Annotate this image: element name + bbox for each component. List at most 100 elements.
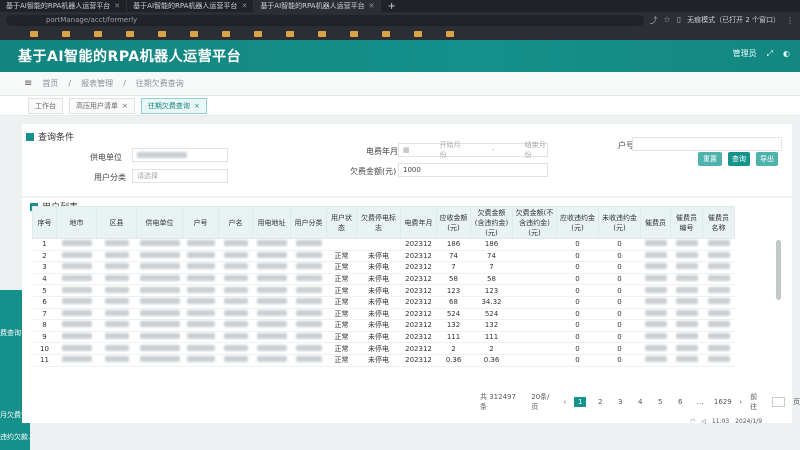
search-button[interactable]: 查询 — [728, 152, 750, 166]
table-row[interactable]: 2 正常 未停电 202312 74 74 0 0 — [32, 250, 735, 263]
reset-button[interactable]: 重置 — [698, 152, 722, 166]
redacted-value — [61, 251, 92, 258]
redacted-value — [644, 356, 667, 363]
col-header[interactable]: 用户状态 — [326, 206, 357, 239]
browser-tab[interactable]: 基于AI智能的RPA机器人运营平台 ✕ — [0, 0, 128, 12]
page-button[interactable]: 6 — [674, 397, 686, 407]
close-icon[interactable]: × — [194, 102, 200, 110]
col-header[interactable]: 欠费金额(不含违约金)(元) — [512, 206, 557, 239]
new-tab-icon[interactable]: + — [381, 1, 401, 12]
browser-tab[interactable]: 基于AI智能的RPA机器人运营平台 ✕ — [127, 0, 255, 12]
user-category-select[interactable]: 请选择 — [132, 169, 228, 183]
close-icon[interactable]: ✕ — [114, 2, 120, 10]
table-cell: 2 — [32, 250, 57, 263]
page-ellipsis[interactable]: ... — [694, 397, 706, 407]
col-header[interactable]: 催费员 — [640, 206, 671, 239]
prev-page-icon[interactable]: ‹ — [563, 398, 566, 406]
folder-icon[interactable] — [382, 31, 390, 37]
col-header[interactable]: 催费员编号 — [670, 206, 703, 239]
volume-icon[interactable]: ◁ — [701, 418, 706, 425]
start-month-placeholder: 开始月份 — [439, 141, 461, 159]
goto-input[interactable] — [771, 397, 785, 407]
table-row[interactable]: 10 正常 未停电 202312 2 2 0 0 — [32, 342, 735, 355]
nav-item[interactable]: 费查询 — [0, 328, 21, 338]
col-header[interactable]: 区县 — [96, 206, 137, 239]
page-button[interactable]: 1629 — [714, 397, 732, 407]
folder-icon[interactable] — [286, 31, 294, 37]
theme-icon[interactable]: ◐ — [783, 49, 790, 58]
col-header[interactable]: 用电地址 — [252, 206, 291, 239]
hamburger-icon[interactable]: ≡ — [24, 78, 32, 89]
browser-tab[interactable]: 基于AI智能的RPA机器人运营平台 ✕ — [254, 0, 382, 12]
redacted-value — [186, 344, 215, 351]
folder-icon[interactable] — [414, 31, 422, 37]
month-range-input[interactable]: ▦ 开始月份 - 结束月份 — [398, 141, 548, 159]
tab-arrears-query[interactable]: 往期欠费查询 × — [140, 97, 207, 114]
page-button[interactable]: 2 — [594, 397, 606, 407]
next-page-icon[interactable]: › — [739, 398, 742, 406]
col-header[interactable]: 欠费金额(含违约金)(元) — [470, 206, 513, 239]
folder-icon[interactable] — [126, 31, 134, 37]
fullscreen-icon[interactable]: ⤢ — [767, 49, 773, 59]
address-input[interactable]: portManage/acct/formerly — [6, 14, 644, 26]
folder-icon[interactable] — [318, 31, 326, 37]
folder-icon[interactable] — [30, 31, 38, 37]
table-row[interactable]: 11 正常 未停电 202312 0.36 0.36 0 0 — [32, 354, 735, 367]
col-header[interactable]: 应收违约金(元) — [556, 206, 599, 239]
folder-icon[interactable] — [350, 31, 358, 37]
col-header[interactable]: 应收金额(元) — [436, 206, 471, 239]
range-dash: - — [492, 146, 495, 154]
export-button[interactable]: 导出 — [756, 152, 778, 166]
share-icon[interactable]: ⤴ — [650, 15, 658, 26]
table-row[interactable]: 7 正常 未停电 202312 524 524 0 0 — [32, 308, 735, 321]
table-row[interactable]: 4 正常 未停电 202312 58 58 0 0 — [32, 273, 735, 286]
folder-icon[interactable] — [254, 31, 262, 37]
breadcrumb-item[interactable]: 报表管理 — [81, 78, 113, 89]
redacted-value — [186, 356, 215, 363]
page-size-select[interactable]: 20条/页 — [531, 392, 555, 412]
account-input[interactable] — [632, 137, 782, 151]
page-button[interactable]: 1 — [574, 397, 587, 407]
col-header[interactable]: 户号 — [182, 206, 219, 239]
col-header[interactable]: 未收违约金(元) — [598, 206, 641, 239]
table-row[interactable]: 1 202312 186 186 0 0 — [32, 238, 735, 251]
col-header[interactable]: 供电单位 — [136, 206, 183, 239]
close-icon[interactable]: ✕ — [369, 2, 375, 10]
folder-icon[interactable] — [190, 31, 198, 37]
close-icon[interactable]: ✕ — [241, 2, 247, 10]
table-row[interactable]: 6 正常 未停电 202312 68 34.32 0 0 — [32, 296, 735, 309]
supply-unit-select[interactable] — [132, 148, 228, 162]
page-button[interactable]: 3 — [614, 397, 626, 407]
table-row[interactable]: 9 正常 未停电 202312 111 111 0 0 — [32, 331, 735, 344]
folder-icon[interactable] — [94, 31, 102, 37]
table-scrollbar[interactable] — [776, 240, 781, 300]
page-button[interactable]: 4 — [634, 397, 646, 407]
table-row[interactable]: 5 正常 未停电 202312 123 123 0 0 — [32, 284, 735, 297]
folder-icon[interactable] — [62, 31, 70, 37]
col-header[interactable]: 欠费停电标志 — [356, 206, 401, 239]
menu-icon[interactable]: ⋮ — [786, 16, 794, 25]
folder-icon[interactable] — [158, 31, 166, 37]
folder-icon[interactable] — [446, 31, 454, 37]
folder-icon[interactable] — [222, 31, 230, 37]
tab-workbench[interactable]: 工作台 — [28, 97, 63, 114]
wifi-icon[interactable]: ◠ — [690, 418, 695, 425]
tab-hv-users[interactable]: 高压用户清单 × — [69, 97, 135, 114]
page-button[interactable]: 5 — [654, 397, 666, 407]
star-icon[interactable]: ☆ — [664, 15, 671, 26]
incognito-indicator[interactable]: 无痕模式（已打开 2 个窗口） — [687, 15, 780, 25]
col-header[interactable]: 催费员名称 — [702, 206, 735, 239]
sidebar-icon[interactable]: ▯ — [677, 15, 681, 26]
breadcrumb-item[interactable]: 首页 — [42, 78, 58, 89]
nav-item[interactable]: 违约欠款... — [0, 432, 35, 442]
col-header[interactable]: 用户分类 — [290, 206, 327, 239]
table-row[interactable]: 8 正常 未停电 202312 132 132 0 0 — [32, 319, 735, 332]
close-icon[interactable]: × — [122, 102, 128, 110]
col-header[interactable]: 地市 — [56, 206, 97, 239]
user-role[interactable]: 管理员 — [733, 48, 757, 59]
table-row[interactable]: 3 正常 未停电 202312 7 7 0 0 — [32, 261, 735, 274]
col-header[interactable]: 序号 — [32, 206, 57, 239]
col-header[interactable]: 户名 — [218, 206, 253, 239]
col-header[interactable]: 电费年月 — [400, 206, 437, 239]
arrears-input[interactable]: 1000 — [398, 163, 548, 177]
